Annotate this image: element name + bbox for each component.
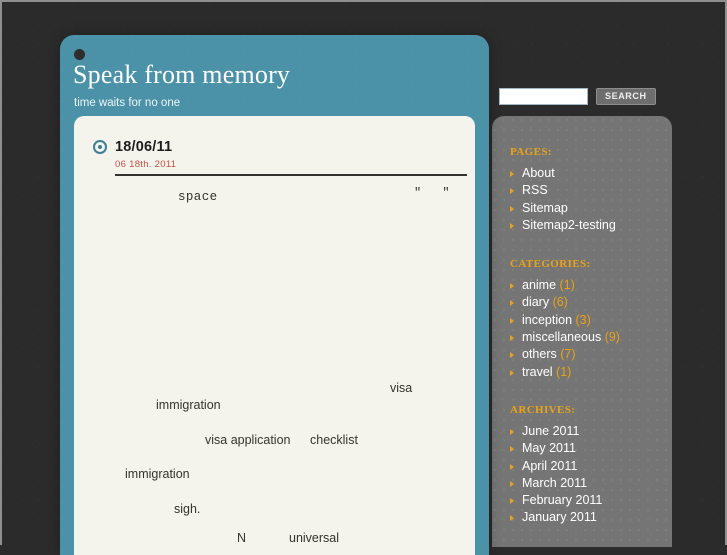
list-item[interactable]: travel (1) [492, 364, 672, 381]
widget-pages: Pages: About RSS Sitemap Sitemap2-testing [492, 116, 672, 234]
post-body: space " " visa immigration visa application c… [74, 176, 475, 545]
list-item[interactable]: inception (3) [492, 312, 672, 329]
site-tagline: time waits for no one [74, 97, 181, 109]
list-item-label[interactable]: anime [522, 278, 556, 292]
list-item-label[interactable]: miscellaneous [522, 330, 601, 344]
widget-categories: Categories: anime (1) diary (6) inception (… [492, 234, 672, 381]
search-input[interactable] [499, 88, 588, 105]
post-header: 18/06/11 06 18th. 2011 [74, 116, 475, 176]
search-form: SEARCH [499, 88, 656, 105]
widget-categories-list: anime (1) diary (6) inception (3) miscellan… [492, 277, 672, 381]
list-item-label[interactable]: February 2011 [522, 493, 602, 507]
post-body-word: " " [414, 186, 457, 200]
post-date: 06 18th. 2011 [115, 159, 177, 170]
list-item-label[interactable]: April 2011 [522, 459, 577, 473]
search-button[interactable]: SEARCH [596, 88, 656, 105]
post-body-word: universal [289, 531, 340, 545]
main-content-column: Speak from memory time waits for no one … [60, 35, 489, 555]
list-item[interactable]: diary (6) [492, 294, 672, 311]
list-item-label[interactable]: RSS [522, 183, 548, 197]
list-item[interactable]: January 2011 [492, 509, 672, 526]
list-item-label[interactable]: About [522, 166, 555, 180]
sidebar: Pages: About RSS Sitemap Sitemap2-testing Cat… [492, 116, 672, 547]
post-title[interactable]: 18/06/11 [115, 139, 172, 155]
list-item[interactable]: February 2011 [492, 492, 672, 509]
post-card: 18/06/11 06 18th. 2011 space " " visa immig… [74, 116, 475, 555]
list-item-count: (1) [552, 364, 572, 379]
list-item-label[interactable]: inception [522, 313, 572, 327]
list-item[interactable]: RSS [492, 182, 672, 199]
list-item[interactable]: miscellaneous (9) [492, 329, 672, 346]
bullseye-icon [93, 140, 107, 154]
list-item-label[interactable]: diary [522, 295, 549, 309]
list-item-count: (1) [556, 278, 575, 293]
post-body-word: visa [390, 381, 413, 395]
post-body-word: sigh. [174, 502, 201, 516]
list-item[interactable]: About [492, 165, 672, 182]
list-item-count: (9) [601, 330, 620, 345]
list-item-count: (7) [556, 347, 576, 362]
widget-archives-title: Archives: [510, 403, 576, 416]
list-item-label[interactable]: travel [522, 365, 553, 379]
widget-categories-title: Categories: [510, 258, 591, 271]
site-title[interactable]: Speak from memory [73, 60, 290, 90]
post-body-word: immigration [125, 467, 190, 481]
list-item[interactable]: June 2011 [492, 423, 672, 440]
list-item-label[interactable]: January 2011 [522, 510, 597, 524]
list-item-count: (3) [572, 312, 591, 327]
widget-pages-list: About RSS Sitemap Sitemap2-testing [492, 165, 672, 234]
list-item-label[interactable]: June 2011 [522, 424, 579, 438]
widget-pages-title: Pages: [510, 146, 552, 158]
list-item-label[interactable]: March 2011 [522, 476, 587, 490]
list-item[interactable]: May 2011 [492, 440, 672, 457]
post-body-word: space [178, 190, 218, 204]
post-body-word: immigration [156, 398, 221, 412]
list-item-label[interactable]: Sitemap [522, 201, 568, 215]
list-item-label[interactable]: May 2011 [522, 441, 576, 455]
list-item[interactable]: April 2011 [492, 458, 672, 475]
list-item-label[interactable]: others [522, 347, 557, 361]
list-item[interactable]: Sitemap [492, 200, 672, 217]
post-body-word: N [237, 531, 247, 545]
list-item-count: (6) [549, 295, 568, 310]
widget-archives: Archives: June 2011 May 2011 April 2011 Marc… [492, 381, 672, 527]
list-item[interactable]: March 2011 [492, 475, 672, 492]
list-item-label[interactable]: Sitemap2-testing [522, 218, 616, 232]
list-item[interactable]: anime (1) [492, 277, 672, 294]
list-item[interactable]: others (7) [492, 346, 672, 363]
post-body-word: visa application [205, 433, 291, 447]
widget-archives-list: June 2011 May 2011 April 2011 March 2011 Feb… [492, 423, 672, 527]
post-body-word: checklist [310, 433, 358, 447]
circle-dot-icon [74, 49, 85, 60]
list-item[interactable]: Sitemap2-testing [492, 217, 672, 234]
